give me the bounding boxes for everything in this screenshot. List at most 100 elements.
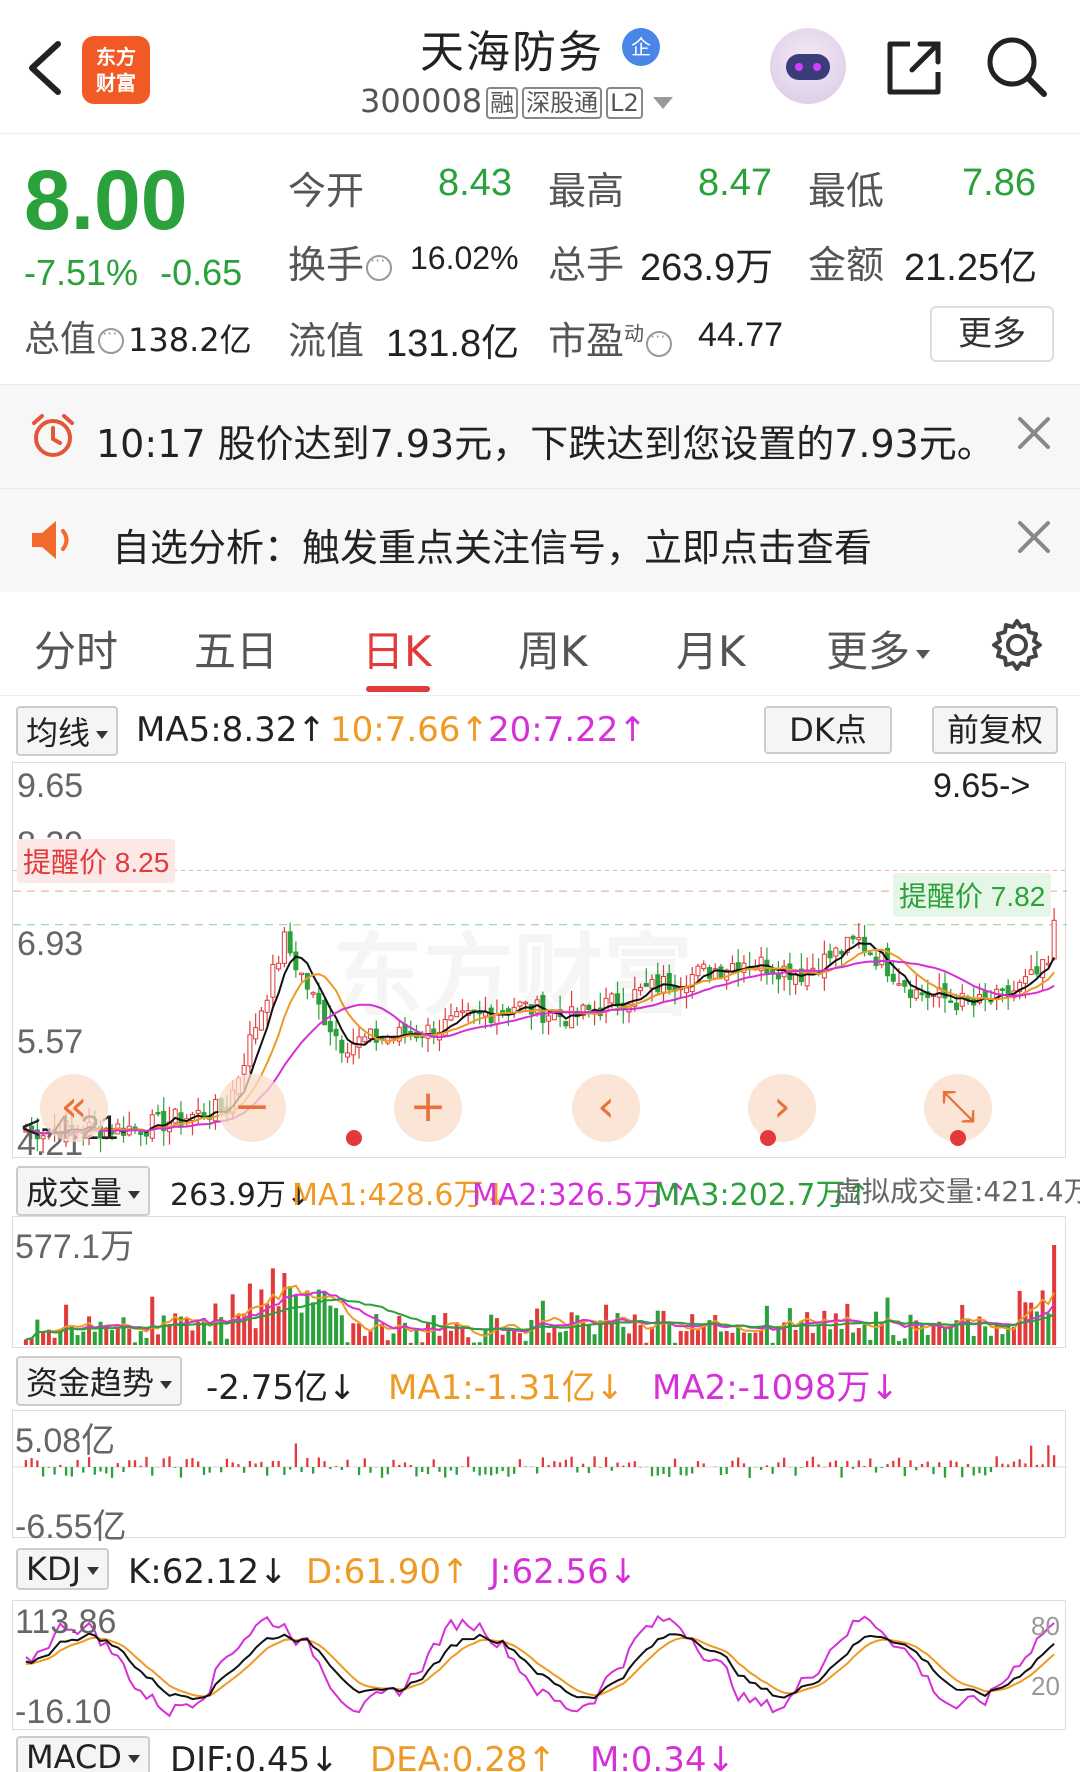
- analysis-alert-text: 自选分析：触发重点关注信号，立即点击查看: [112, 526, 873, 570]
- tag-l2: L2: [606, 87, 643, 119]
- change-percent: -7.51%: [24, 252, 139, 293]
- volume-bar: [925, 1334, 930, 1345]
- fund-ma2: MA2:-1098万↓: [652, 1368, 899, 1408]
- tab-monthly-k[interactable]: 月K: [676, 618, 746, 679]
- candle-body: [902, 980, 908, 987]
- volume-bar: [351, 1323, 356, 1345]
- fund-bar: [610, 1467, 613, 1471]
- fund-bar: [949, 1460, 952, 1467]
- candle-body: [345, 1052, 351, 1058]
- tab-weekly-k[interactable]: 周K: [518, 618, 588, 679]
- event-dot[interactable]: [346, 1130, 362, 1146]
- alert-price-label-1[interactable]: 提醒价 8.25: [17, 839, 176, 883]
- zoom-in-button[interactable]: +: [394, 1074, 462, 1142]
- fund-bar: [409, 1465, 412, 1467]
- gear-icon[interactable]: [990, 618, 1044, 672]
- kdj-selector[interactable]: KDJ: [16, 1548, 110, 1590]
- candle-body: [356, 1036, 362, 1048]
- stock-code-line[interactable]: 300008 融深股通 L2: [360, 82, 673, 120]
- volume-bar: [311, 1302, 316, 1345]
- tag-margin: 融: [486, 87, 519, 119]
- fund-bar: [248, 1460, 252, 1467]
- ai-assistant-icon[interactable]: [770, 28, 846, 104]
- price-adjust-button[interactable]: 前复权: [932, 706, 1058, 754]
- top-bar: 东方 财富 天海防务 企 300008 融深股通 L2: [0, 0, 1080, 134]
- last-price: 8.00: [24, 153, 188, 247]
- fund-bar: [179, 1467, 183, 1478]
- fund-bar: [472, 1467, 476, 1472]
- macd-selector[interactable]: MACD: [16, 1736, 150, 1772]
- volume-bar: [874, 1311, 879, 1345]
- fund-bar: [369, 1467, 372, 1473]
- info-icon[interactable]: [646, 327, 673, 357]
- volume-chart[interactable]: 577.1万: [12, 1216, 1066, 1348]
- search-icon[interactable]: [984, 34, 1048, 98]
- volume-bar: [529, 1319, 534, 1345]
- volume-bar: [133, 1342, 138, 1345]
- ma20-value: 20:7.22↑: [488, 710, 647, 750]
- volume-bar: [339, 1315, 344, 1345]
- tab-intraday[interactable]: 分时: [34, 618, 118, 679]
- info-icon[interactable]: [366, 251, 393, 281]
- event-dot[interactable]: [760, 1130, 776, 1146]
- volume-bar: [695, 1329, 700, 1345]
- back-arrow-icon[interactable]: [22, 38, 66, 98]
- tab-daily-k[interactable]: 日K: [362, 618, 432, 679]
- volume-bar: [569, 1312, 574, 1345]
- volume-bar: [517, 1333, 522, 1345]
- fund-bar: [570, 1456, 573, 1467]
- kdj-j: J:62.56↓: [490, 1552, 638, 1592]
- analysis-alert-row[interactable]: 自选分析：触发重点关注信号，立即点击查看: [0, 488, 1080, 592]
- volume-bar: [138, 1331, 143, 1345]
- fund-bar: [1001, 1463, 1004, 1467]
- kdj-chart[interactable]: 113.86 -16.10 80 20: [12, 1600, 1066, 1731]
- fund-chart[interactable]: 5.08亿 -6.55亿: [12, 1410, 1067, 1546]
- zoom-out-button[interactable]: −: [218, 1074, 286, 1142]
- volume-selector[interactable]: 成交量: [16, 1166, 151, 1216]
- fund-bar: [978, 1467, 981, 1474]
- candle-body: [1028, 969, 1034, 975]
- dk-point-button[interactable]: DK点: [764, 706, 892, 754]
- volume-bar: [334, 1308, 339, 1345]
- price-change: -7.51% -0.65: [24, 252, 242, 294]
- scroll-left-fast-button[interactable]: «: [40, 1074, 108, 1142]
- ma-selector[interactable]: 均线: [16, 706, 119, 756]
- volume-bar: [627, 1333, 632, 1345]
- close-icon[interactable]: [1016, 519, 1052, 555]
- more-quote-button[interactable]: 更多: [930, 306, 1054, 362]
- alert-price-label-2[interactable]: 提醒价 7.82: [893, 873, 1052, 917]
- fund-bar: [892, 1460, 895, 1467]
- fund-bar: [846, 1461, 849, 1467]
- candle-body: [304, 972, 310, 990]
- fund-value: -2.75亿↓: [206, 1368, 357, 1408]
- kline-chart[interactable]: 9.65 8.29 6.93 5.57 4.21 9.65-> <-4.21 提…: [12, 762, 1067, 1163]
- info-icon[interactable]: [98, 324, 125, 354]
- volume-bar: [104, 1326, 109, 1345]
- price-alert-row[interactable]: 10:17 股价达到7.93元，下跌达到您设置的7.93元。: [0, 384, 1080, 488]
- candle-body: [276, 962, 282, 970]
- kdj-r20: 20: [1031, 1671, 1060, 1701]
- alarm-clock-icon: [32, 414, 74, 457]
- fund-bar: [220, 1467, 223, 1473]
- fund-bar: [392, 1459, 395, 1467]
- fund-bar: [231, 1462, 234, 1467]
- pe-sup: 动: [624, 321, 645, 346]
- fund-bar: [105, 1467, 108, 1474]
- fund-bar: [576, 1467, 579, 1473]
- fund-bar: [627, 1462, 631, 1467]
- volume-bar: [977, 1316, 982, 1345]
- volume-bar: [357, 1323, 362, 1345]
- app-logo[interactable]: 东方 财富: [82, 36, 150, 104]
- tab-more[interactable]: 更多: [826, 618, 931, 679]
- candle-body: [919, 992, 925, 996]
- candle-body: [839, 950, 845, 955]
- share-icon[interactable]: [884, 38, 944, 98]
- tab-five-day[interactable]: 五日: [194, 618, 278, 679]
- close-icon[interactable]: [1016, 415, 1052, 451]
- fund-selector[interactable]: 资金趋势: [16, 1356, 183, 1406]
- event-dot[interactable]: [950, 1130, 966, 1146]
- scroll-left-button[interactable]: ‹: [572, 1074, 640, 1142]
- candle-body: [287, 931, 293, 954]
- volume-bar: [121, 1317, 126, 1345]
- scroll-right-button[interactable]: ›: [748, 1074, 816, 1142]
